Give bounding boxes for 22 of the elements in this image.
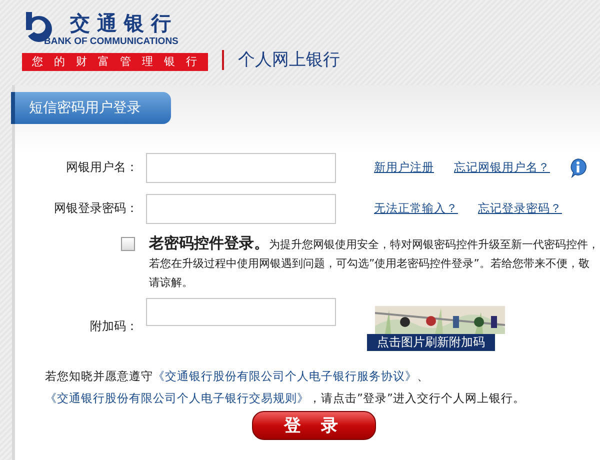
field-label: 网银用户名： [65, 159, 138, 176]
login-button[interactable]: 登录 [252, 411, 376, 440]
input-field[interactable] [146, 194, 336, 224]
help-link[interactable]: 无法正常输入？ [374, 201, 458, 216]
help-link[interactable]: 忘记登录密码？ [478, 201, 562, 216]
field-label: 网银登录密码： [53, 200, 138, 217]
help-link[interactable]: 新用户注册 [374, 160, 434, 175]
input-field[interactable] [146, 298, 336, 326]
info-icon[interactable] [569, 158, 587, 178]
agreement-text: 若您知晓并愿意遵守《交通银行股份有限公司个人电子银行服务协议》、 《交通银行股份有限公司个人电子银行交易规则》，请点击”登录”进入交行个人网上银行。 [45, 368, 526, 407]
field-label: 附加码： [89, 318, 138, 335]
product-title: 个人网上银行 [222, 50, 340, 70]
refresh-captcha-button[interactable]: 点击图片刷新附加码 [367, 334, 495, 351]
login-tab[interactable]: 短信密码用户登录 [11, 92, 171, 124]
bank-name: 交通银行 [69, 10, 178, 36]
agreement-link[interactable]: 《交通银行股份有限公司个人电子银行交易规则》 [45, 391, 309, 405]
help-link[interactable]: 忘记网银用户名？ [454, 160, 550, 175]
agreement-link[interactable]: 《交通银行股份有限公司个人电子银行服务协议》 [153, 369, 417, 383]
old-control-notice: 老密码控件登录。为提升您网银使用安全，特对网银密码控件升级至新一代密码控件，若您在升级过程中使用网银遇到问题，可勾选”使用老密码控件登录”。若给您带来不便，敬请谅解。 [149, 234, 599, 291]
slogan-banner: 您的财富管理银行 [22, 53, 208, 71]
old-control-checkbox[interactable] [121, 237, 135, 251]
input-field[interactable] [146, 152, 336, 182]
